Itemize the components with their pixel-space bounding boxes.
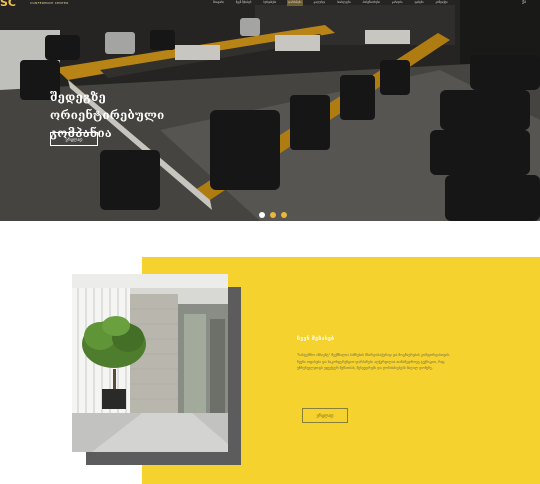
lobby-image (72, 274, 228, 452)
slider-dots (259, 212, 287, 218)
main-navigation: მთავარი ჩვენ შესახებ სერვისები დარბაზები… (212, 0, 449, 6)
nav-item-news[interactable]: სიახლეები (336, 0, 351, 6)
nav-item-partners[interactable]: პარტნიორები (362, 0, 381, 6)
nav-item-contact[interactable]: კონტაქტი (434, 0, 448, 6)
hero-more-button[interactable]: ვრცლად (50, 132, 98, 146)
slider-dot-1[interactable] (259, 212, 265, 218)
slider-dot-2[interactable] (270, 212, 276, 218)
about-more-button[interactable]: ვრცლად (302, 408, 348, 423)
nav-item-home[interactable]: მთავარი (212, 0, 225, 6)
logo-text: CONFERENCE CENTER (30, 1, 69, 5)
nav-item-services[interactable]: სერვისები (262, 0, 277, 6)
about-title: ჩვენ შესახებ (297, 336, 335, 342)
nav-item-about[interactable]: ჩვენ შესახებ (235, 0, 253, 6)
about-description: "სასტუმრო ამბიენტ" შექმნილია ბიზნესის მხ… (297, 353, 450, 371)
slider-dot-3[interactable] (281, 212, 287, 218)
site-logo[interactable]: SC CONFERENCE CENTER (0, 0, 68, 9)
about-photo (72, 274, 228, 452)
nav-item-career[interactable]: კარიერა (391, 0, 404, 6)
language-switcher[interactable]: ქა (522, 0, 526, 4)
hero-slider: SC CONFERENCE CENTER მთავარი ჩვენ შესახე… (0, 0, 540, 221)
nav-item-halls[interactable]: დარბაზები (287, 0, 303, 6)
nav-item-gallery[interactable]: გალერეა (313, 0, 327, 6)
logo-mark-icon: SC (0, 0, 16, 9)
nav-item-prices[interactable]: ფასები (414, 0, 425, 6)
